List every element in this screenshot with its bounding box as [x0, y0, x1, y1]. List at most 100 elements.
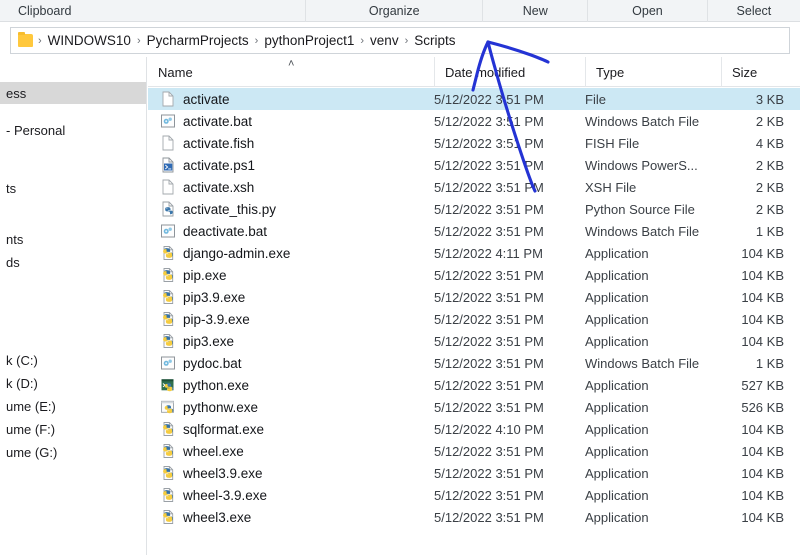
file-type-cell: Application	[585, 311, 649, 327]
nav-item[interactable]: nts	[0, 228, 146, 250]
python-exe-icon	[163, 246, 174, 260]
file-list[interactable]: activate 5/12/2022 3:51 PM File 3 KB activat…	[148, 88, 800, 555]
breadcrumb-item-windows10[interactable]: WINDOWS10	[44, 31, 135, 50]
file-name-cell[interactable]: activate.bat	[148, 113, 430, 129]
file-name-cell[interactable]: pip3.9.exe	[148, 289, 430, 305]
table-row[interactable]: activate.ps1 5/12/2022 3:51 PM Windows Pow…	[148, 154, 800, 176]
file-type-cell: Windows Batch File	[585, 113, 700, 129]
file-type-cell: Application	[585, 399, 649, 415]
breadcrumb-item-pycharmprojects[interactable]: PycharmProjects	[143, 31, 253, 50]
file-name-cell[interactable]: wheel3.9.exe	[148, 465, 430, 481]
file-name-cell[interactable]: pydoc.bat	[148, 355, 430, 371]
ribbon-group-organize[interactable]: Organize	[306, 0, 484, 22]
file-size-cell: 104 KB	[741, 267, 784, 283]
file-name-cell[interactable]: wheel-3.9.exe	[148, 487, 430, 503]
column-header-name[interactable]: Name ˄	[148, 57, 434, 87]
file-name-cell[interactable]: pythonw.exe	[148, 399, 430, 415]
table-row[interactable]: wheel3.9.exe 5/12/2022 3:51 PM Application…	[148, 462, 800, 484]
table-row[interactable]: wheel.exe 5/12/2022 3:51 PM Application 104…	[148, 440, 800, 462]
file-type-cell: Windows PowerS...	[585, 157, 698, 173]
table-row[interactable]: pip.exe 5/12/2022 3:51 PM Application 104 K…	[148, 264, 800, 286]
table-row[interactable]: wheel-3.9.exe 5/12/2022 3:51 PM Applicatio…	[148, 484, 800, 506]
column-header-type[interactable]: Type	[585, 57, 721, 87]
file-name-cell[interactable]: activate.xsh	[148, 179, 430, 195]
table-row[interactable]: pythonw.exe 5/12/2022 3:51 PM Application 5…	[148, 396, 800, 418]
navigation-pane[interactable]: ess - Personal ts nts ds k (C:) k (D:) ume (E:)…	[0, 57, 147, 555]
file-date-cell: 5/12/2022 3:51 PM	[434, 333, 544, 349]
file-name-label: pydoc.bat	[183, 355, 242, 371]
nav-item[interactable]: ume (G:)	[0, 441, 146, 463]
file-size-cell: 2 KB	[755, 157, 784, 173]
nav-item[interactable]: ess	[0, 82, 146, 104]
file-size-cell: 2 KB	[755, 179, 784, 195]
breadcrumb-item-pythonproject1[interactable]: pythonProject1	[260, 31, 358, 50]
nav-item[interactable]: k (C:)	[0, 349, 146, 371]
nav-item-label: k (C:)	[6, 352, 38, 368]
table-row[interactable]: django-admin.exe 5/12/2022 4:11 PM Applica…	[148, 242, 800, 264]
file-date-cell: 5/12/2022 3:51 PM	[434, 223, 544, 239]
table-row[interactable]: python.exe 5/12/2022 3:51 PM Application 52…	[148, 374, 800, 396]
file-name-cell[interactable]: activate_this.py	[148, 201, 430, 217]
table-row[interactable]: pip3.9.exe 5/12/2022 3:51 PM Application 10…	[148, 286, 800, 308]
file-name-cell[interactable]: activate	[148, 91, 430, 107]
file-name-cell[interactable]: pip3.exe	[148, 333, 430, 349]
python-exe-icon	[163, 422, 174, 436]
file-size-cell: 104 KB	[741, 487, 784, 503]
column-header-label: Type	[596, 64, 625, 80]
nav-item[interactable]: ts	[0, 177, 146, 199]
table-row[interactable]: pip3.exe 5/12/2022 3:51 PM Application 104 …	[148, 330, 800, 352]
table-row[interactable]: activate.fish 5/12/2022 3:51 PM FISH File 4…	[148, 132, 800, 154]
file-type-cell: Application	[585, 421, 649, 437]
file-name-cell[interactable]: wheel.exe	[148, 443, 430, 459]
table-row[interactable]: wheel3.exe 5/12/2022 3:51 PM Application 10…	[148, 506, 800, 528]
nav-item[interactable]: - Personal	[0, 119, 146, 141]
ribbon-group-select[interactable]: Select	[708, 0, 800, 22]
python-console-icon	[161, 379, 174, 392]
table-row[interactable]: sqlformat.exe 5/12/2022 4:10 PM Applicatio…	[148, 418, 800, 440]
file-name-cell[interactable]: pip-3.9.exe	[148, 311, 430, 327]
file-name-cell[interactable]: sqlformat.exe	[148, 421, 430, 437]
file-name-cell[interactable]: python.exe	[148, 377, 430, 393]
python-exe-icon	[163, 466, 174, 480]
breadcrumb-item-venv[interactable]: venv	[366, 31, 403, 50]
column-header-date-modified[interactable]: Date modified	[434, 57, 585, 87]
ribbon-group-new[interactable]: New	[483, 0, 589, 22]
file-size-cell: 104 KB	[741, 443, 784, 459]
nav-item[interactable]: k (D:)	[0, 372, 146, 394]
python-exe-icon	[163, 334, 174, 348]
breadcrumb-item-scripts[interactable]: Scripts	[410, 31, 459, 50]
ribbon-group-label: Select	[736, 3, 772, 18]
file-name-cell[interactable]: pip.exe	[148, 267, 430, 283]
python-exe-icon	[163, 268, 174, 282]
batch-file-icon	[161, 356, 175, 370]
table-row[interactable]: pip-3.9.exe 5/12/2022 3:51 PM Application 1…	[148, 308, 800, 330]
ribbon-group-clipboard[interactable]: Clipboard	[0, 0, 307, 22]
nav-item[interactable]: ume (E:)	[0, 395, 146, 417]
file-date-cell: 5/12/2022 3:51 PM	[434, 201, 544, 217]
column-header-size[interactable]: Size	[721, 57, 800, 87]
table-row[interactable]: activate.xsh 5/12/2022 3:51 PM XSH File 2 K…	[148, 176, 800, 198]
nav-item[interactable]: ds	[0, 251, 146, 273]
file-name-cell[interactable]: django-admin.exe	[148, 245, 430, 261]
table-row[interactable]: deactivate.bat 5/12/2022 3:51 PM Windows B…	[148, 220, 800, 242]
file-name-label: pythonw.exe	[183, 399, 259, 415]
breadcrumb-separator-icon: ›	[254, 34, 259, 47]
file-name-label: activate.bat	[183, 113, 253, 129]
ribbon-group-open[interactable]: Open	[588, 0, 708, 22]
file-name-cell[interactable]: wheel3.exe	[148, 509, 430, 525]
table-row[interactable]: activate 5/12/2022 3:51 PM File 3 KB	[148, 88, 800, 110]
table-row[interactable]: pydoc.bat 5/12/2022 3:51 PM Windows Batch …	[148, 352, 800, 374]
file-name-cell[interactable]: deactivate.bat	[148, 223, 430, 239]
address-bar[interactable]: › WINDOWS10 › PycharmProjects › pythonProject…	[10, 27, 790, 54]
table-row[interactable]: activate_this.py 5/12/2022 3:51 PM Python …	[148, 198, 800, 220]
sort-ascending-icon: ˄	[288, 58, 295, 70]
nav-item[interactable]: ume (F:)	[0, 418, 146, 440]
table-row[interactable]: activate.bat 5/12/2022 3:51 PM Windows Bat…	[148, 110, 800, 132]
file-size-cell: 104 KB	[741, 245, 784, 261]
file-name-label: wheel3.exe	[183, 509, 252, 525]
file-size-cell: 104 KB	[741, 509, 784, 525]
file-name-cell[interactable]: activate.ps1	[148, 157, 430, 173]
file-name-cell[interactable]: activate.fish	[148, 135, 430, 151]
batch-file-icon	[161, 224, 175, 238]
column-header-label: Date modified	[445, 64, 526, 80]
